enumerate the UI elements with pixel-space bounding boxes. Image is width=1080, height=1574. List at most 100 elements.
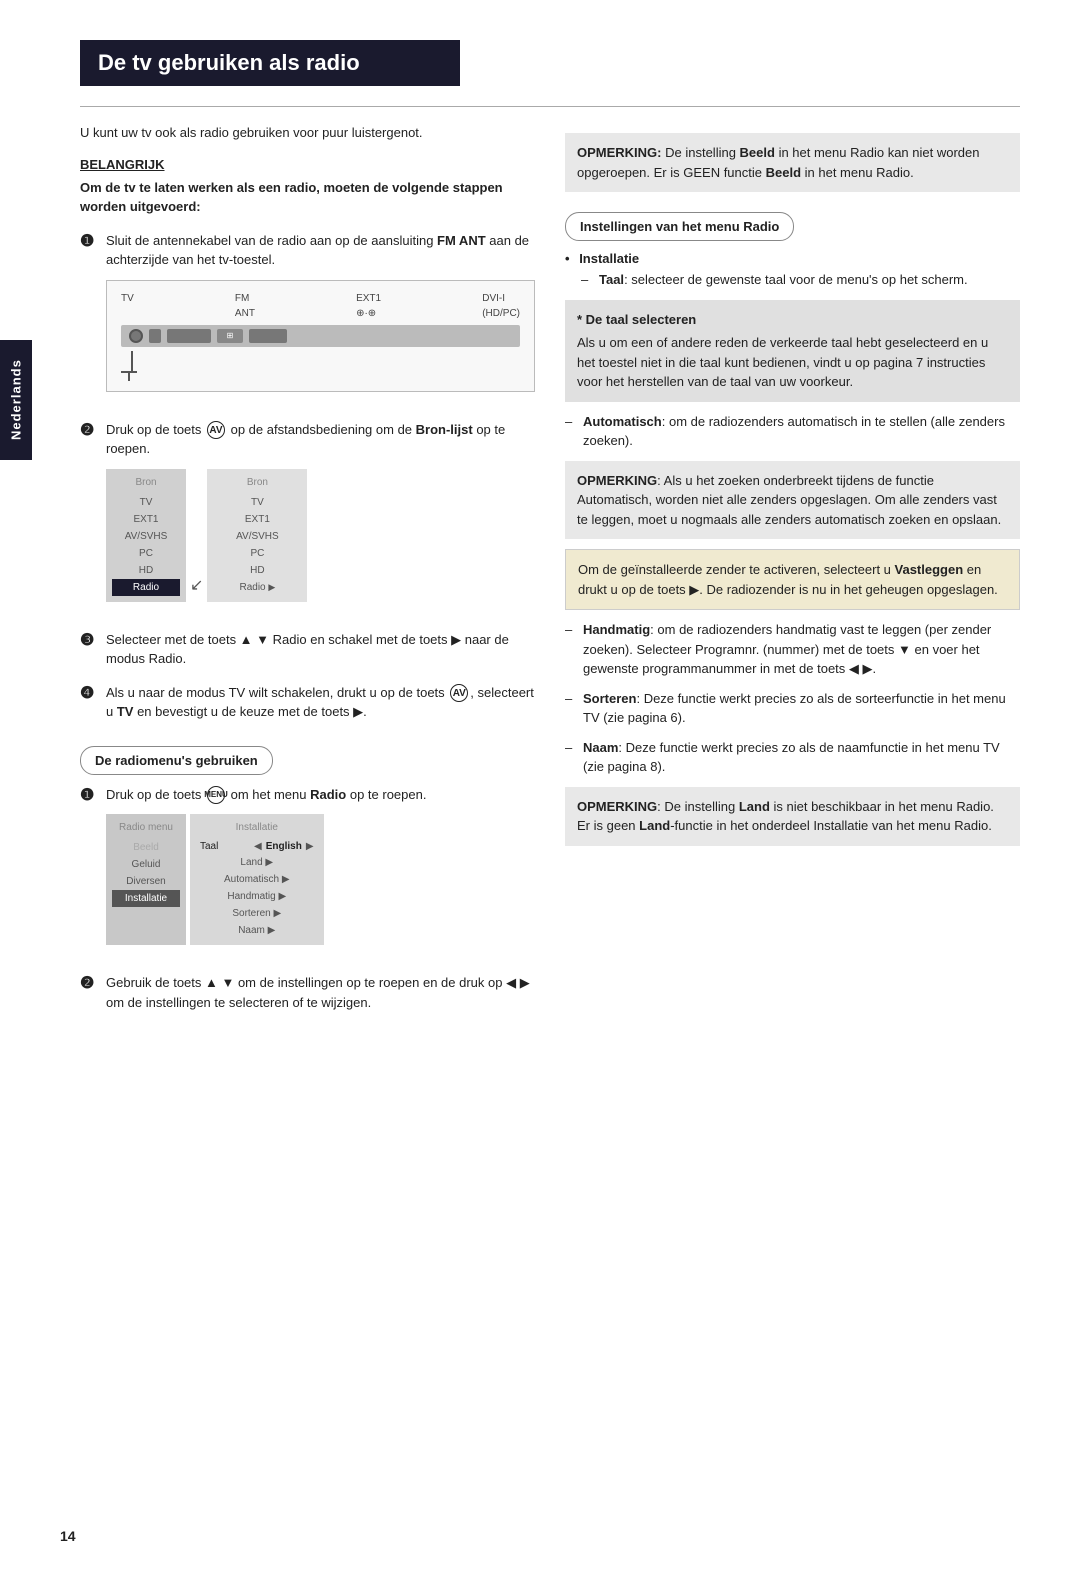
sidebar-language-tab: Nederlands xyxy=(0,340,32,460)
step-1-number: ❶ xyxy=(80,231,98,251)
step-1: ❶ Sluit de antennekabel van de radio aan… xyxy=(80,231,535,406)
taal-dash-item: – Taal: selecteer de gewenste taal voor … xyxy=(581,270,1020,290)
opmerking-3-bold2: Land xyxy=(639,818,670,833)
opmerking-2-box: OPMERKING: Als u het zoeken onderbreekt … xyxy=(565,461,1020,540)
star-box: * De taal selecteren Als u om een of and… xyxy=(565,300,1020,402)
radio-right-sorteren: Sorteren ▶ xyxy=(200,905,314,922)
installatie-section: • Installatie – Taal: selecteer de gewen… xyxy=(565,251,1020,290)
step-2-number: ❷ xyxy=(80,420,98,440)
src-arrow: ↙ xyxy=(190,574,203,598)
vastleggen-box: Om de geïnstalleerde zender te activeren… xyxy=(565,549,1020,610)
step-4-content: Als u naar de modus TV wilt schakelen, d… xyxy=(106,683,535,722)
radio-left-title: Radio menu xyxy=(114,820,178,835)
port-75ohm xyxy=(129,329,143,343)
opmerking-3-text: : De instelling xyxy=(657,799,739,814)
instellingen-section-box: Instellingen van het menu Radio xyxy=(565,212,794,241)
radio-menu-left-panel: Radio menu Beeld Geluid Diversen Install… xyxy=(106,814,186,945)
star-text: Als u om een of andere reden de verkeerd… xyxy=(577,333,1008,392)
step-4-number: ❹ xyxy=(80,683,98,703)
src-item-radio2: Radio ▶ xyxy=(217,579,297,596)
installatie-title: • Installatie xyxy=(565,251,1020,266)
radio-right-land: Land ▶ xyxy=(200,854,314,871)
taal-arrow-left: ◀ xyxy=(254,839,262,854)
opmerking-3-box: OPMERKING: De instelling Land is niet be… xyxy=(565,787,1020,846)
port-fm xyxy=(149,329,161,343)
vastleggen-bold: Vastleggen xyxy=(895,562,964,577)
opmerking-3-label: OPMERKING xyxy=(577,799,657,814)
src-item-avsvhs2: AV/SVHS xyxy=(217,528,297,545)
src-item-hd2: HD xyxy=(217,562,297,579)
label-ext1: EXT1⊕·⊕ xyxy=(356,291,381,321)
page-title: De tv gebruiken als radio xyxy=(80,40,460,86)
belangrijk-label: BELANGRIJK xyxy=(80,157,535,172)
taal-value: English xyxy=(266,839,302,854)
radio-right-naam: Naam ▶ xyxy=(200,922,314,939)
radio-menu-right-panel: Installatie Taal ◀ English ▶ Land ▶ Auto… xyxy=(190,814,324,945)
opmerking-1-bold1: Beeld xyxy=(740,145,775,160)
taal-dash: – xyxy=(581,270,593,290)
radio-right-handmatig: Handmatig ▶ xyxy=(200,888,314,905)
av-circle-1: AV xyxy=(207,421,225,439)
connector-diagram: TV FMANT EXT1⊕·⊕ DVI-I(HD/PC) ⊞ xyxy=(106,280,535,392)
source-menu-diagram: Bron TV EXT1 AV/SVHS PC HD Radio ↙ Bron … xyxy=(106,469,535,602)
radio-step-1-content: Druk op de toets MENU om het menu Radio … xyxy=(106,785,426,960)
step-3-content: Selecteer met de toets ▲ ▼ Radio en scha… xyxy=(106,630,535,669)
radio-step-2-number: ❷ xyxy=(80,973,98,993)
radio-step-1: ❶ Druk op de toets MENU om het menu Radi… xyxy=(80,785,535,960)
automatisch-item: – Automatisch: om de radiozenders automa… xyxy=(565,412,1020,451)
src-item-avsvhs1: AV/SVHS xyxy=(116,528,176,545)
handmatig-text: Handmatig: om de radiozenders handmatig … xyxy=(583,620,1020,679)
installatie-label: Installatie xyxy=(579,251,639,266)
menu-circle: MENU xyxy=(207,786,225,804)
step-3-number: ❸ xyxy=(80,630,98,650)
left-column: U kunt uw tv ook als radio gebruiken voo… xyxy=(80,123,535,1026)
radio-step-2: ❷ Gebruik de toets ▲ ▼ om de instellinge… xyxy=(80,973,535,1012)
sorteren-item: – Sorteren: Deze functie werkt precies z… xyxy=(565,689,1020,728)
src-item-hd1: HD xyxy=(116,562,176,579)
radio-right-automatisch: Automatisch ▶ xyxy=(200,871,314,888)
port-ext1 xyxy=(167,329,211,343)
opmerking-1-text3: in het menu Radio. xyxy=(801,165,914,180)
radio-item-geluid: Geluid xyxy=(114,856,178,873)
opmerking-2-label: OPMERKING xyxy=(577,473,657,488)
radio-menu-diagram: Radio menu Beeld Geluid Diversen Install… xyxy=(106,814,426,945)
src-item-tv2: TV xyxy=(217,494,297,511)
vastleggen-text-before: Om de geïnstalleerde zender te activeren… xyxy=(578,562,895,577)
radio-item-beeld: Beeld xyxy=(114,839,178,856)
opmerking-1-box: OPMERKING: De instelling Beeld in het me… xyxy=(565,133,1020,192)
star-title: * De taal selecteren xyxy=(577,310,1008,330)
step-4: ❹ Als u naar de modus TV wilt schakelen,… xyxy=(80,683,535,722)
handmatig-item: – Handmatig: om de radiozenders handmati… xyxy=(565,620,1020,679)
opmerking-1-label: OPMERKING: xyxy=(577,145,662,160)
opmerking-1-text: De instelling xyxy=(662,145,740,160)
connector-labels: TV FMANT EXT1⊕·⊕ DVI-I(HD/PC) xyxy=(121,291,520,321)
right-column: OPMERKING: De instelling Beeld in het me… xyxy=(565,123,1020,1026)
source-menu-right: Bron TV EXT1 AV/SVHS PC HD Radio ▶ xyxy=(207,469,307,602)
source-left-title: Bron xyxy=(116,475,176,490)
step-3: ❸ Selecteer met de toets ▲ ▼ Radio en sc… xyxy=(80,630,535,669)
opmerking-1-bold2: Beeld xyxy=(766,165,801,180)
label-fm: FMANT xyxy=(235,291,255,321)
step-2-content: Druk op de toets AV op de afstandsbedien… xyxy=(106,420,535,616)
opmerking-3-text3: -functie in het onderdeel Installatie va… xyxy=(670,818,992,833)
title-divider xyxy=(80,106,1020,107)
port-sym: ⊞ xyxy=(217,329,243,343)
radio-right-title: Installatie xyxy=(200,820,314,835)
av-circle-2: AV xyxy=(450,684,468,702)
src-item-ext1-1: EXT1 xyxy=(116,511,176,528)
port-dvi xyxy=(249,329,287,343)
belangrijk-body: Om de tv te laten werken als een radio, … xyxy=(80,178,535,217)
automatisch-dash: – xyxy=(565,412,577,451)
taal-label: Taal xyxy=(200,839,250,854)
automatisch-text: Automatisch: om de radiozenders automati… xyxy=(583,412,1020,451)
step-1-content: Sluit de antennekabel van de radio aan o… xyxy=(106,231,535,406)
src-item-ext1-2: EXT1 xyxy=(217,511,297,528)
src-item-radio1: Radio xyxy=(112,579,180,596)
installatie-dot: • xyxy=(565,251,570,266)
sorteren-text: Sorteren: Deze functie werkt precies zo … xyxy=(583,689,1020,728)
radio-item-installatie: Installatie xyxy=(112,890,180,907)
taal-text: Taal: selecteer de gewenste taal voor de… xyxy=(599,270,968,290)
source-right-title: Bron xyxy=(217,475,297,490)
src-item-pc2: PC xyxy=(217,545,297,562)
src-item-tv1: TV xyxy=(116,494,176,511)
